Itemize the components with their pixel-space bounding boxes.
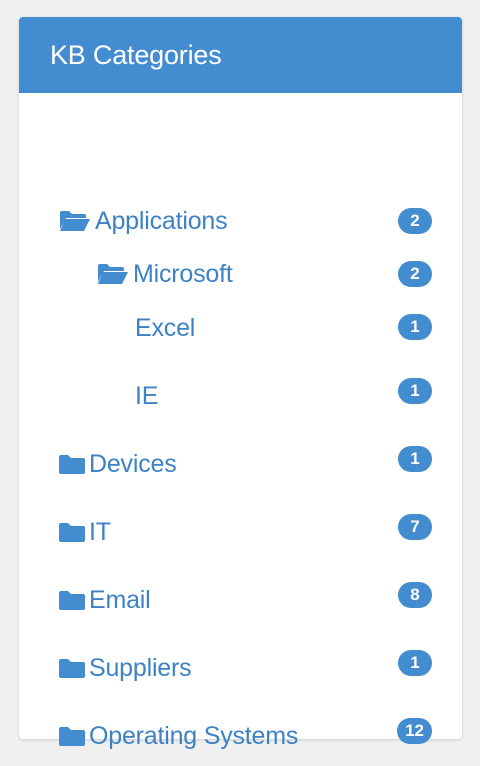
category-operating-systems[interactable]: Operating Systems 12 [19,716,462,756]
folder-icon [59,726,85,746]
category-label: Excel [135,313,196,342]
count-badge: 8 [398,582,432,608]
category-label: IE [135,381,159,410]
count-badge: 12 [397,718,432,744]
category-email[interactable]: Email 8 [19,580,462,620]
category-suppliers[interactable]: Suppliers 1 [19,648,462,688]
category-devices[interactable]: Devices 1 [19,444,462,484]
count-badge: 2 [398,208,432,234]
count-badge: 1 [398,650,432,676]
folder-open-icon [97,263,129,285]
category-label: Applications [95,206,228,235]
folder-icon [59,522,85,542]
category-label: Email [89,585,151,614]
count-badge: 1 [398,446,432,472]
count-badge: 1 [398,314,432,340]
category-microsoft[interactable]: Microsoft 2 [19,254,462,294]
category-label: Operating Systems [89,721,299,750]
panel-header: KB Categories [19,17,462,93]
category-excel[interactable]: Excel 1 [19,308,462,348]
panel-title: KB Categories [50,39,222,70]
count-badge: 7 [398,514,432,540]
folder-icon [59,658,85,678]
category-applications[interactable]: Applications 2 [19,201,462,241]
folder-icon [59,454,85,474]
category-label: Microsoft [133,259,233,288]
category-it[interactable]: IT 7 [19,512,462,552]
category-label: Suppliers [89,653,192,682]
count-badge: 2 [398,261,432,287]
category-label: Devices [89,449,177,478]
folder-icon [59,590,85,610]
category-label: IT [89,517,111,546]
category-ie[interactable]: IE 1 [19,376,462,416]
folder-open-icon [59,210,91,232]
count-badge: 1 [398,378,432,404]
kb-categories-panel: KB Categories Applications 2 Microsoft 2… [19,17,462,750]
